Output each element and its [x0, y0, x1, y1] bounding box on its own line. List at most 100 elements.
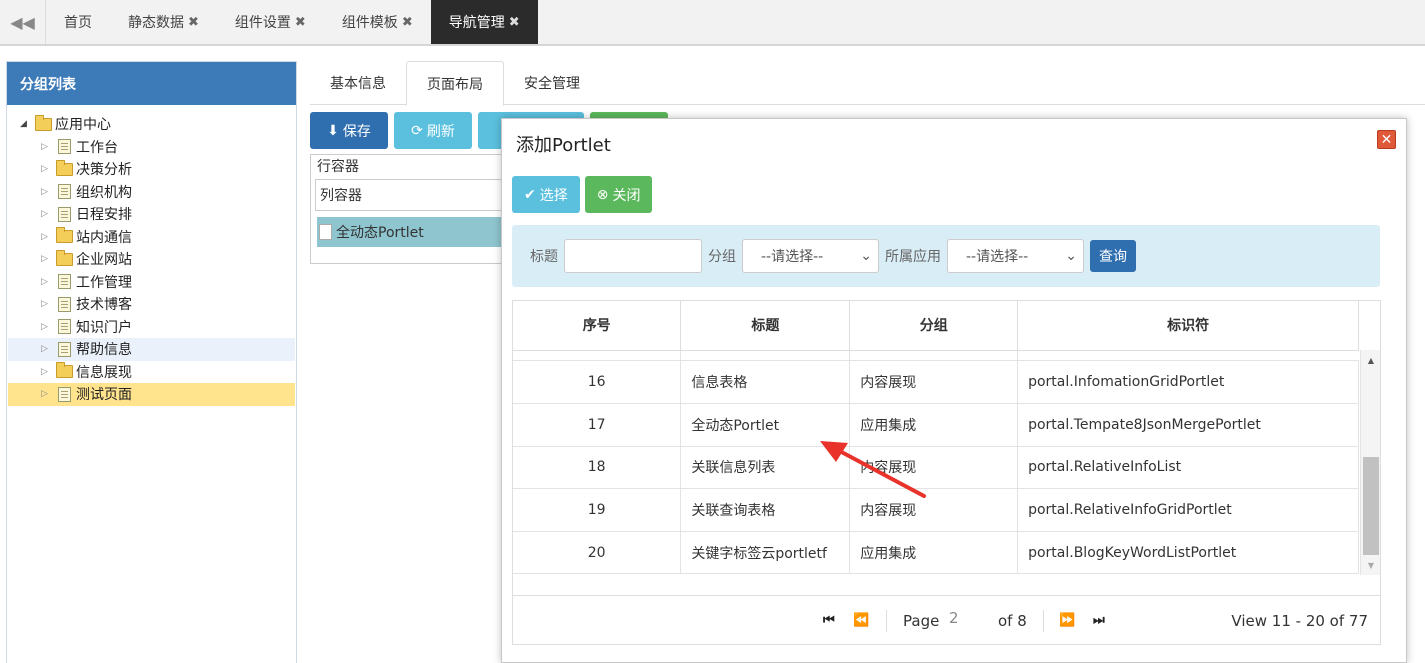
portlet-grid: 序号 标题 分组 标识符 16 信息表格 内容展现 portal.Infomat… [512, 300, 1381, 645]
tab-static-data[interactable]: 静态数据 ✖ [110, 0, 217, 44]
row-container[interactable]: 行容器 [311, 155, 509, 177]
column-header[interactable]: 分组 [849, 301, 1019, 351]
table-row[interactable]: 16 信息表格 内容展现 portal.InfomationGridPortle… [513, 361, 1359, 405]
column-header[interactable]: 序号 [513, 301, 682, 351]
collapsed-triangle-icon[interactable]: ▷ [41, 322, 53, 332]
select-button[interactable]: ✔ 选择 [512, 176, 580, 213]
tab-component-templates[interactable]: 组件模板 ✖ [324, 0, 431, 44]
tree-node[interactable]: ▷ 工作管理 [8, 271, 295, 294]
double-left-arrow-icon[interactable]: ◀◀ [0, 0, 46, 44]
tree-node[interactable]: ▷ 技术博客 [8, 293, 295, 316]
tree-node[interactable]: ▷ 工作台 [8, 136, 295, 159]
collapsed-triangle-icon[interactable]: ▷ [41, 299, 53, 309]
first-page-icon[interactable]: ⏮ [823, 613, 835, 628]
group-list-panel: 分组列表 ◢ 应用中心 ▷ 工作台 ▷ 决策分析 ▷ 组织机构 ▷ 日程安排 ▷ 站内通信… [6, 61, 297, 663]
page-icon [58, 206, 71, 222]
grid-header: 序号 标题 分组 标识符 [513, 301, 1359, 351]
page-total: of 8 [998, 611, 1027, 630]
refresh-icon: ⟳ [411, 122, 423, 139]
tree-node[interactable]: ▷ 组织机构 [8, 181, 295, 204]
group-select[interactable]: --请选择-- ⌄ [742, 239, 879, 273]
tab-home[interactable]: 首页 [46, 0, 110, 44]
collapsed-triangle-icon[interactable]: ▷ [41, 389, 53, 399]
refresh-button[interactable]: ⟳ 刷新 [394, 112, 472, 149]
tree-node-hovered[interactable]: ▷ 帮助信息 [8, 338, 295, 361]
folder-icon [56, 227, 73, 244]
scroll-up-icon[interactable]: ▲ [1361, 352, 1381, 368]
tab-page-layout[interactable]: 页面布局 [406, 61, 504, 106]
group-tree: ◢ 应用中心 ▷ 工作台 ▷ 决策分析 ▷ 组织机构 ▷ 日程安排 ▷ 站内通信 ▷ 企业网… [7, 105, 296, 406]
table-row[interactable]: 19 关联查询表格 内容展现 portal.RelativeInfoGridPo… [513, 488, 1359, 532]
layout-designer: 行容器 列容器 全动态Portlet [310, 154, 510, 264]
tree-node-selected[interactable]: ▷ 测试页面 [8, 383, 295, 406]
close-icon[interactable]: ✖ [509, 15, 520, 30]
page-icon [58, 341, 71, 357]
page-icon [58, 319, 71, 335]
dialog-toolbar: ✔ 选择 ⊗ 关闭 [512, 176, 653, 213]
pager-divider [1043, 610, 1044, 632]
close-icon[interactable]: ✖ [188, 15, 199, 30]
tab-navigation-management[interactable]: 导航管理 ✖ [430, 0, 538, 44]
collapsed-triangle-icon[interactable]: ▷ [41, 142, 53, 152]
chevron-down-icon: ⌄ [860, 248, 872, 264]
save-button[interactable]: ⬇ 保存 [310, 112, 388, 149]
app-select[interactable]: --请选择-- ⌄ [947, 239, 1084, 273]
page-input[interactable]: 2 [945, 609, 987, 633]
last-page-icon[interactable]: ⏭ [1093, 613, 1105, 628]
tab-basic-info[interactable]: 基本信息 [310, 61, 406, 104]
folder-open-icon [35, 114, 52, 131]
page-label: Page [903, 611, 940, 630]
portlet-checkbox[interactable] [319, 224, 332, 240]
collapsed-triangle-icon[interactable]: ▷ [41, 254, 53, 264]
query-button[interactable]: 查询 [1090, 240, 1136, 272]
scroll-thumb[interactable] [1363, 457, 1379, 555]
pager-divider [886, 610, 887, 632]
tree-node[interactable]: ▷ 知识门户 [8, 316, 295, 339]
tree-node[interactable]: ▷ 决策分析 [8, 158, 295, 181]
column-container[interactable]: 列容器 [315, 179, 505, 211]
tree-node[interactable]: ▷ 企业网站 [8, 248, 295, 271]
scroll-down-icon[interactable]: ▼ [1361, 557, 1381, 573]
table-row[interactable]: 20 关键字标签云portletf 应用集成 portal.BlogKeyWor… [513, 531, 1359, 575]
tab-security[interactable]: 安全管理 [504, 61, 600, 104]
column-header[interactable]: 标题 [680, 301, 851, 351]
view-range: View 11 - 20 of 77 [1231, 611, 1368, 630]
folder-icon [56, 362, 73, 379]
column-header[interactable]: 标识符 [1017, 301, 1359, 351]
collapsed-triangle-icon[interactable]: ▷ [41, 367, 53, 377]
portlet-item[interactable]: 全动态Portlet [317, 217, 505, 247]
panel-title: 分组列表 [7, 62, 296, 105]
tree-node-root[interactable]: ◢ 应用中心 [8, 113, 295, 136]
page-icon [58, 296, 71, 312]
table-row[interactable]: 17 全动态Portlet 应用集成 portal.Tempate8JsonMe… [513, 403, 1359, 447]
page-icon [58, 139, 71, 155]
collapsed-triangle-icon[interactable]: ▷ [41, 187, 53, 197]
collapsed-triangle-icon[interactable]: ▷ [41, 209, 53, 219]
download-icon: ⬇ [327, 122, 339, 139]
expanded-triangle-icon[interactable]: ◢ [20, 119, 32, 129]
top-tab-bar: ◀◀ 首页 静态数据 ✖ 组件设置 ✖ 组件模板 ✖ 导航管理 ✖ [0, 0, 1425, 46]
page-icon [58, 386, 71, 402]
folder-icon [56, 249, 73, 266]
next-page-icon[interactable]: ⏩ [1059, 613, 1075, 628]
collapsed-triangle-icon[interactable]: ▷ [41, 277, 53, 287]
collapsed-triangle-icon[interactable]: ▷ [41, 344, 53, 354]
collapsed-triangle-icon[interactable]: ▷ [41, 164, 53, 174]
close-icon[interactable]: ✖ [295, 15, 306, 30]
prev-page-icon[interactable]: ⏪ [853, 613, 869, 628]
group-label: 分组 [708, 249, 736, 265]
close-icon[interactable]: ✕ [1377, 130, 1396, 149]
grid-scrollbar[interactable]: ▲ ▼ [1360, 350, 1380, 575]
collapsed-triangle-icon[interactable]: ▷ [41, 232, 53, 242]
close-icon[interactable]: ✖ [402, 15, 413, 30]
search-bar: 标题 分组 --请选择-- ⌄ 所属应用 --请选择-- ⌄ 查询 [512, 225, 1380, 287]
tree-node[interactable]: ▷ 站内通信 [8, 226, 295, 249]
pager: ⏮ ⏪ Page 2 of 8 ⏩ ⏭ View 11 - 20 of 77 [513, 595, 1380, 645]
tree-node[interactable]: ▷ 日程安排 [8, 203, 295, 226]
title-input[interactable] [564, 239, 702, 273]
close-button[interactable]: ⊗ 关闭 [584, 176, 653, 213]
title-label: 标题 [530, 249, 558, 265]
table-row[interactable]: 18 关联信息列表 内容展现 portal.RelativeInfoList [513, 446, 1359, 490]
tab-component-settings[interactable]: 组件设置 ✖ [217, 0, 324, 44]
tree-node[interactable]: ▷ 信息展现 [8, 361, 295, 384]
